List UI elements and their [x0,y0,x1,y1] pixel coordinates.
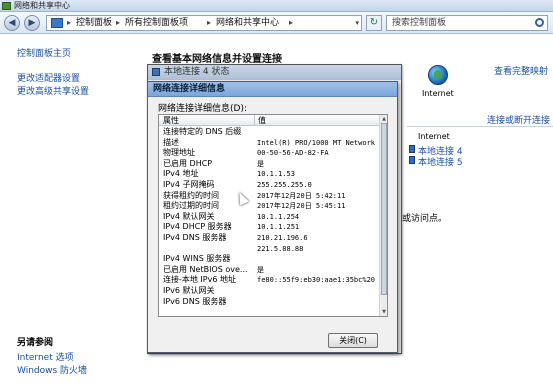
property-value: 10.1.1.251 [257,223,300,232]
details-dialog-titlebar: 网络连接详细信息 [148,82,397,97]
table-row[interactable]: 连接-本地 IPv6 地址 fe80::55f9:eb30:aae1:35bc%2… [159,275,381,286]
property-name: IPv4 DNS 服务器 [163,232,227,242]
details-list-header: 属性 值 [159,115,381,126]
column-divider[interactable] [254,115,255,126]
window-title: 网络和共享中心 [14,1,70,10]
search-input[interactable]: 搜索控制面板 [386,15,548,31]
property-value: 00-50-56-AD-82-FA [257,149,329,158]
property-value: 255.255.255.0 [257,180,312,189]
property-name: IPv4 默认网关 [163,211,215,221]
property-value: Intel(R) PRO/1000 MT Network C [257,138,381,147]
window-titlebar: 网络和共享中心 [0,0,553,12]
breadcrumb-all-items[interactable]: 所有控制面板项 [125,16,188,30]
column-header-value[interactable]: 值 [258,115,266,126]
breadcrumb-network-center[interactable]: 网络和共享中心 [216,16,279,30]
details-list-scrollbar[interactable]: ▲ ▼ [379,115,387,316]
scroll-up-icon[interactable]: ▲ [380,115,387,123]
change-advanced-sharing-link[interactable]: 更改高级共享设置 [17,84,89,97]
address-dropdown-icon[interactable]: ▾ [355,16,359,30]
property-value: 是 [257,159,264,168]
table-row[interactable]: IPv4 DNS 服务器 210.21.196.6 [159,233,381,244]
breadcrumb-separator[interactable]: ▸ [67,16,71,30]
property-value: 是 [257,265,264,274]
internet-label: Internet [422,89,454,98]
breadcrumb-separator[interactable]: ▸ [207,16,211,30]
property-name: IPv6 默认网关 [163,285,215,295]
breadcrumb-separator[interactable]: ▸ [116,16,120,30]
search-icon[interactable] [535,18,544,27]
property-value: 221.5.88.88 [257,244,304,253]
windows-firewall-link[interactable]: Windows 防火墙 [17,363,87,376]
page-heading: 查看基本网络信息并设置连接 [152,54,282,65]
refresh-button[interactable]: ↻ [366,15,382,31]
details-list-label: 网络连接详细信息(D): [158,104,247,114]
property-name: 已启用 DHCP [163,158,213,168]
table-row[interactable]: 已启用 NetBIOS ove... 是 [159,265,381,276]
table-row[interactable]: IPv4 WINS 服务器 [159,254,381,265]
property-value: 2017年12月20日 5:45:11 [257,202,346,211]
breadcrumb-separator[interactable]: ▸ [289,16,293,30]
table-row[interactable]: IPv4 子网掩码 255.255.255.0 [159,180,381,191]
table-row[interactable]: 租约过期的时间 2017年12月20日 5:45:11 [159,201,381,212]
table-row[interactable]: 221.5.88.88 [159,244,381,255]
change-adapter-settings-link[interactable]: 更改适配器设置 [17,71,80,84]
network-adapter-icon [409,156,415,164]
search-placeholder: 搜索控制面板 [392,18,447,28]
breadcrumb-control-panel[interactable]: 控制面板 [76,16,112,30]
property-value: 10.1.1.254 [257,212,300,221]
column-header-property[interactable]: 属性 [163,115,179,126]
network-details-dialog: 网络连接详细信息 网络连接详细信息(D): 属性 值 连接特定的 DNS 后缀描… [147,81,398,353]
table-row[interactable]: 物理地址 00-50-56-AD-82-FA [159,148,381,159]
property-name: 物理地址 [163,148,195,158]
network-connection-icon [152,68,160,76]
property-name: IPv4 DHCP 服务器 [163,222,232,232]
status-dialog-titlebar: 本地连接 4 状态 [148,65,401,80]
table-row[interactable]: 连接特定的 DNS 后缀 [159,127,381,138]
internet-options-link[interactable]: Internet 选项 [17,350,74,363]
section-divider [407,126,553,127]
table-row[interactable]: IPv6 默认网关 [159,286,381,297]
close-button[interactable]: 关闭(C) [328,333,378,348]
property-value: 10.1.1.53 [257,170,295,179]
access-type-value: Internet [418,132,450,141]
property-name: IPv4 WINS 服务器 [163,254,231,264]
table-row[interactable]: IPv6 DNS 服务器 [159,297,381,308]
table-row[interactable]: IPv4 地址 10.1.1.53 [159,169,381,180]
property-value: fe80::55f9:eb30:aae1:35bc%20 [257,276,376,285]
details-list[interactable]: 属性 值 连接特定的 DNS 后缀 描述 Intel(R) PRO/1000 MT … [158,114,388,317]
property-name: IPv4 地址 [163,169,199,179]
table-row[interactable]: IPv4 DHCP 服务器 10.1.1.251 [159,222,381,233]
partial-description-text: 或访问点。 [402,214,448,224]
scroll-thumb[interactable] [381,123,387,295]
see-also-heading: 另请参阅 [17,338,54,348]
forward-button[interactable]: ▶ [24,15,40,31]
control-panel-home-link[interactable]: 控制面板主页 [17,46,71,59]
navigation-toolbar: ◀ ▶ ▸ 控制面板 ▸ 所有控制面板项 ▸ 网络和共享中心 ▸ ▾ ↻ 搜索控… [0,12,553,34]
property-name: 已启用 NetBIOS ove... [163,264,248,274]
network-center-icon [2,2,11,10]
property-name: 连接特定的 DNS 后缀 [163,127,242,136]
back-button[interactable]: ◀ [4,15,20,31]
property-value: 210.21.196.6 [257,233,308,242]
table-row[interactable]: 获得租约的时间 2017年12月20日 5:42:11 [159,191,381,202]
table-row[interactable]: 已启用 DHCP 是 [159,159,381,170]
status-dialog-title: 本地连接 4 状态 [164,67,230,77]
details-dialog-title: 网络连接详细信息 [153,84,226,94]
scroll-down-icon[interactable]: ▼ [380,308,387,316]
internet-globe-icon [428,65,448,85]
local-connection-5-link[interactable]: 本地连接 5 [418,155,463,168]
control-panel-folder-icon [51,18,63,28]
table-row[interactable]: 描述 Intel(R) PRO/1000 MT Network C [159,138,381,149]
table-row[interactable]: IPv4 默认网关 10.1.1.254 [159,212,381,223]
property-name: IPv6 DNS 服务器 [163,296,227,306]
property-name: IPv4 子网掩码 [163,179,215,189]
address-bar[interactable]: ▸ 控制面板 ▸ 所有控制面板项 ▸ 网络和共享中心 ▸ ▾ [46,15,362,31]
view-full-map-link[interactable]: 查看完整映射 [494,64,548,77]
details-rows: 连接特定的 DNS 后缀 描述 Intel(R) PRO/1000 MT Netwo… [159,127,381,307]
property-name: 描述 [163,137,179,147]
network-adapter-icon [409,145,415,153]
property-value: 2017年12月20日 5:42:11 [257,191,346,200]
connect-disconnect-link[interactable]: 连接或断开连接 [487,113,550,126]
property-name: 连接-本地 IPv6 地址 [163,275,236,285]
